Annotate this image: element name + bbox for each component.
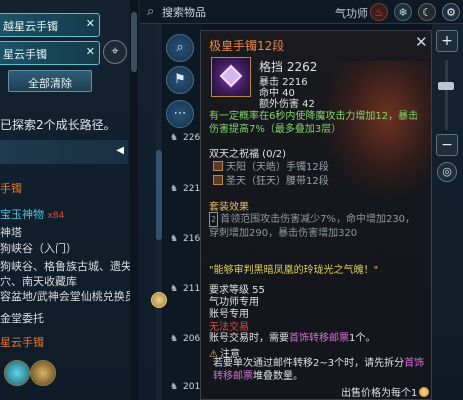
transfer-stamp-link[interactable]: 首饰转移邮票: [289, 333, 349, 344]
zoom-out-button[interactable]: −: [436, 134, 458, 156]
tag-remove-icon[interactable]: ✕: [86, 17, 95, 30]
set-effect-title: 套装效果: [209, 202, 249, 213]
bracelet-icon: [213, 161, 223, 171]
reward-icons: [0, 360, 60, 388]
flame-icon[interactable]: ♨: [370, 3, 388, 21]
item-tooltip: 极皇手镯12段 ✕ 格挡 2262 暴击 2216 命中 40 额外伤害 42 …: [200, 30, 432, 400]
path-item[interactable]: 狗峡谷（入门）: [0, 240, 130, 256]
clear-all-button[interactable]: 全部清除: [8, 70, 92, 92]
path-item[interactable]: 金堂委托: [0, 310, 130, 326]
row-type-icon: ♞: [170, 184, 179, 194]
class-filter-label[interactable]: 气功师: [335, 5, 368, 21]
notice-text: 若要单次通过邮件转移2~3个时，请先拆分首饰转移邮票堆叠数量。: [213, 357, 427, 383]
set-item-label: 圣天（狂天）腰带12段: [226, 176, 329, 187]
gem-icon: [219, 64, 243, 88]
trade-rule-prefix: 账号交易时，需要: [209, 333, 289, 344]
bracelet-icon: [211, 57, 251, 97]
path-item[interactable]: 手镯: [0, 180, 130, 196]
snowflake-icon[interactable]: ❄: [394, 3, 412, 21]
account-trade-rule: 账号交易时，需要首饰转移邮票1个。: [209, 329, 427, 344]
row-type-icon: ♞: [170, 234, 179, 244]
trade-rule-suffix: 1个。: [349, 333, 376, 344]
row-type-icon: ♞: [170, 334, 179, 344]
sell-price-label: 出售价格为每个1: [341, 388, 418, 399]
filter-tag-label: 星云手镯: [3, 48, 47, 61]
collapse-arrow-icon[interactable]: ◀: [116, 145, 124, 156]
set-bonus: 2 首领范围攻击伤害减少7%，命中增加230，穿刺增加290，暴击伤害增加320: [209, 212, 425, 240]
more-icon[interactable]: ⋯: [166, 100, 194, 128]
path-item[interactable]: 穴、南天收藏库: [0, 273, 130, 289]
item-quote: "能够审判黑暗凤凰的玲珑光之气魄！": [209, 265, 379, 276]
row-type-icon: ♞: [170, 382, 179, 392]
compass-icon[interactable]: ◎: [437, 162, 457, 182]
item-title: 极皇手镯12段: [209, 39, 285, 53]
path-item[interactable]: 星云手镯: [0, 334, 130, 350]
coin-icon: [419, 387, 430, 397]
filter-tag-2[interactable]: 星云手镯 ✕: [0, 41, 100, 65]
close-icon[interactable]: ✕: [415, 33, 428, 51]
stat-extra-damage: 额外伤害 42: [259, 99, 315, 110]
set-item: 天阳（天皓）手镯12段: [213, 158, 329, 173]
search-icon[interactable]: ⌕: [147, 4, 154, 19]
locate-target-icon[interactable]: ⌖: [103, 40, 127, 64]
set-bonus-text: 首领范围攻击伤害减少7%，命中增加230，穿刺增加290，暴击伤害增加320: [209, 214, 416, 239]
path-item[interactable]: 神塔: [0, 224, 130, 240]
path-item[interactable]: 狗峡谷、格鲁族古城、遗失的: [0, 258, 130, 274]
set-piece-count: 2: [209, 212, 219, 227]
sell-price: 出售价格为每个1: [341, 384, 430, 399]
scroll-knob[interactable]: [151, 292, 167, 308]
filter-tag-label: 越星云手镯: [3, 20, 58, 33]
zoom-in-button[interactable]: +: [436, 30, 458, 52]
belt-icon: [213, 175, 223, 185]
item-effect: 有一定概率在6秒内使降魔攻击力增加12，暴击伤害提高7%（最多叠加3层）: [209, 111, 419, 135]
row-type-icon: ♞: [170, 133, 179, 143]
path-item[interactable]: 容盆地/武神会堂仙桃兑换员: [0, 288, 130, 304]
item-count: x84: [47, 211, 65, 221]
zoom-icon[interactable]: ⌕: [166, 34, 194, 62]
notice-suffix: 堆叠数量。: [253, 371, 303, 382]
path-header-bar[interactable]: ◀: [0, 140, 128, 164]
tag-remove-icon[interactable]: ✕: [86, 45, 95, 58]
row-type-icon: ♞: [170, 284, 179, 294]
left-scrollbar-thumb[interactable]: [131, 12, 137, 72]
settings-icon[interactable]: ⚙: [442, 3, 460, 21]
growth-path-panel: 越星云手镯 ✕ 星云手镯 ✕ 全部清除 ⌖ 已探索2个成长路径。 ◀ 手镯 宝玉…: [0, 0, 160, 400]
path-item-label: 宝玉神物: [0, 208, 44, 221]
reward-bag-icon[interactable]: [30, 360, 56, 386]
notice-prefix: 若要单次通过邮件转移2~3个时，请先拆分: [213, 358, 405, 369]
path-item[interactable]: 宝玉神物 x84: [0, 206, 130, 222]
list-scrollbar-thumb[interactable]: [156, 150, 162, 240]
tag-icon[interactable]: ⚑: [166, 66, 194, 94]
zoom-slider-track[interactable]: [445, 60, 448, 130]
set-item: 圣天（狂天）腰带12段: [213, 172, 329, 187]
moon-icon[interactable]: ☾: [418, 3, 436, 21]
zoom-slider-handle[interactable]: [438, 82, 454, 90]
reward-orb-icon[interactable]: [4, 360, 30, 386]
filter-tag-1[interactable]: 越星云手镯 ✕: [0, 13, 100, 37]
search-input[interactable]: [162, 3, 312, 21]
